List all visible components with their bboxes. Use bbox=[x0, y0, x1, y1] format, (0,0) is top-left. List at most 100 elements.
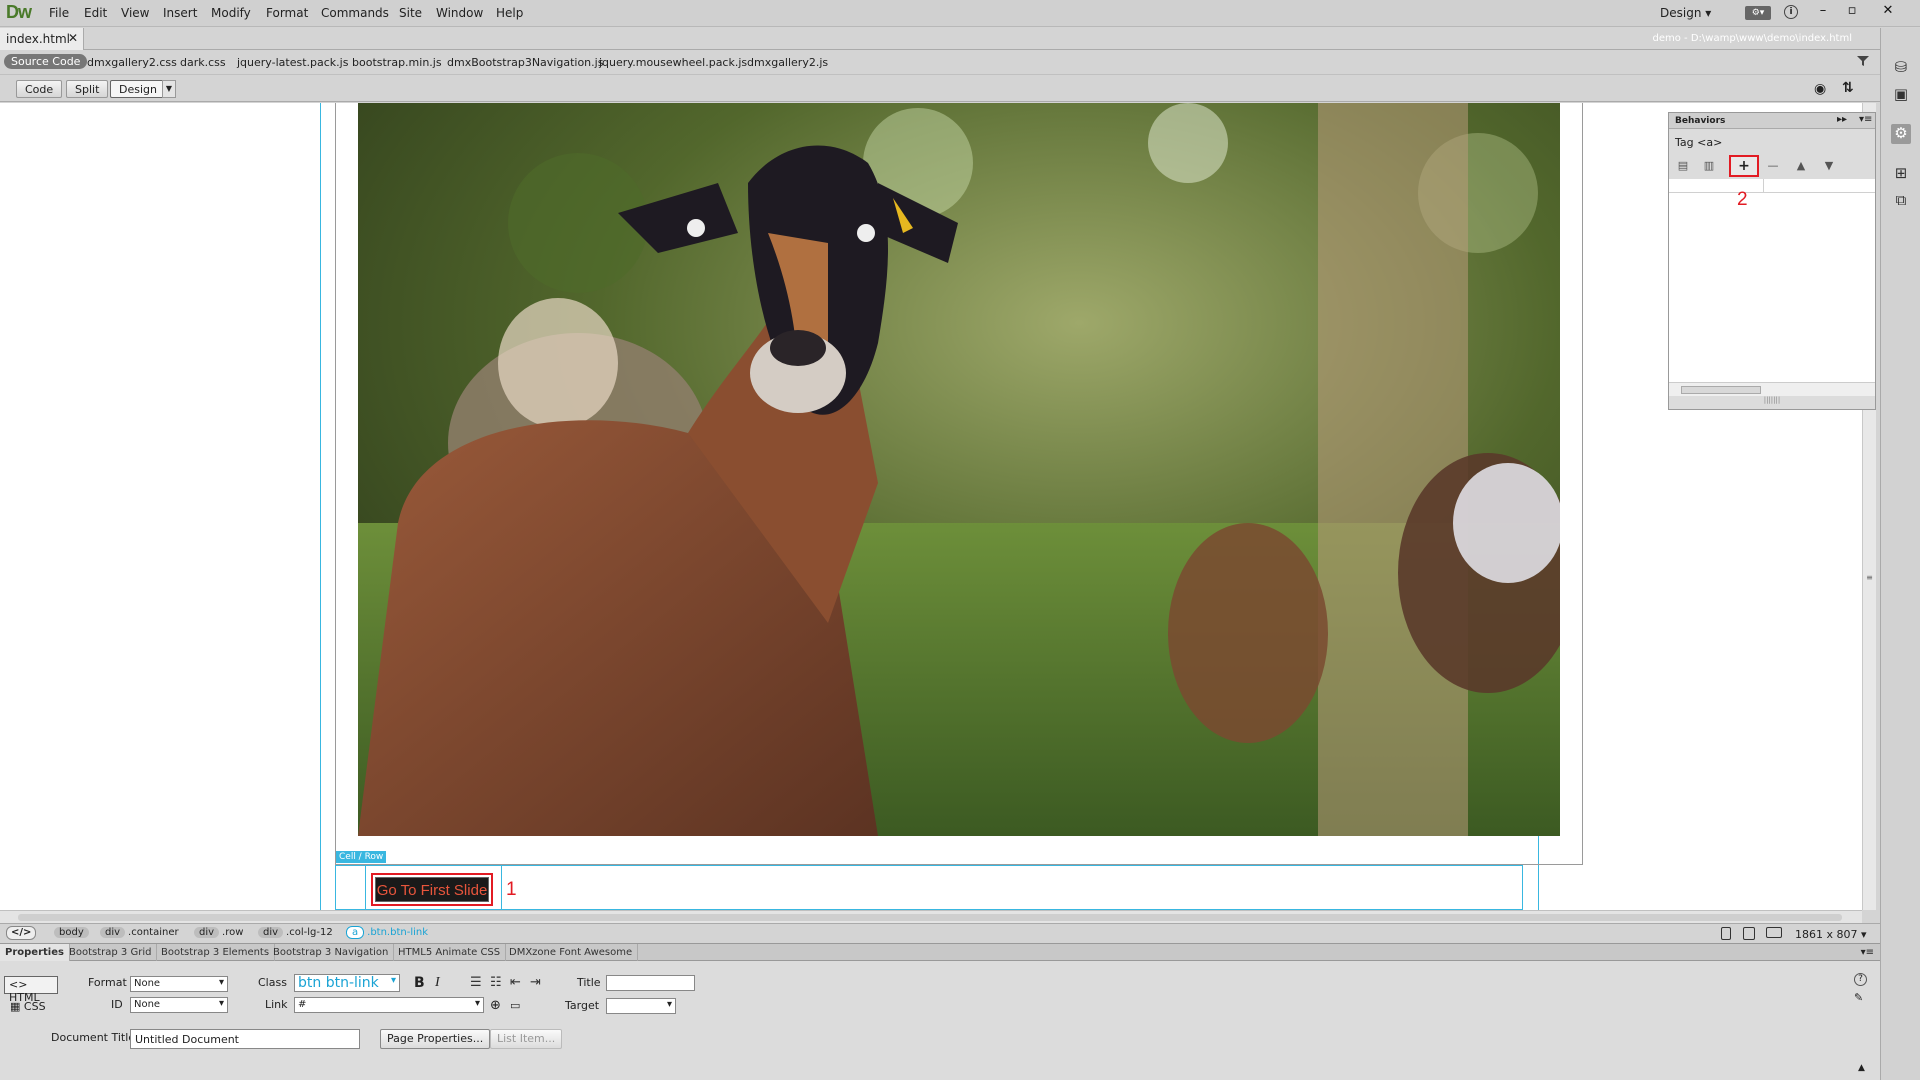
snippets-icon[interactable]: ⧉ bbox=[1891, 191, 1911, 211]
unordered-list-icon[interactable]: ☰ bbox=[470, 975, 482, 990]
menu-format[interactable]: Format bbox=[266, 6, 308, 20]
menu-window[interactable]: Window bbox=[436, 6, 483, 20]
tag-a-selected[interactable]: a .btn.btn-link bbox=[346, 926, 428, 941]
split-view-button[interactable]: Split bbox=[66, 80, 109, 98]
class-select[interactable]: btn btn-link bbox=[294, 974, 400, 992]
maximize-button[interactable]: ▫ bbox=[1842, 2, 1862, 20]
link-input[interactable]: # bbox=[294, 997, 484, 1013]
panel-menu-icon[interactable]: ▾≡ bbox=[1859, 114, 1872, 125]
tablet-size-icon[interactable] bbox=[1743, 927, 1755, 940]
outdent-icon[interactable]: ⇤ bbox=[510, 975, 521, 990]
close-icon[interactable]: ✕ bbox=[68, 31, 78, 45]
tag-div-row[interactable]: div .row bbox=[194, 927, 243, 941]
related-file[interactable]: dmxgallery2.js bbox=[747, 56, 828, 69]
list-item-button[interactable]: List Item... bbox=[490, 1029, 563, 1049]
move-up-icon[interactable]: ▲ bbox=[1791, 159, 1811, 175]
close-button[interactable]: ✕ bbox=[1878, 2, 1898, 20]
code-view-button[interactable]: Code bbox=[16, 80, 63, 98]
menu-commands[interactable]: Commands bbox=[321, 6, 389, 20]
tab-bootstrap-grid[interactable]: Bootstrap 3 Grid bbox=[64, 944, 158, 962]
menu-edit[interactable]: Edit bbox=[84, 6, 107, 20]
html-mode-button[interactable]: <> HTML bbox=[4, 976, 58, 1004]
tag-body[interactable]: body bbox=[54, 927, 92, 941]
mobile-size-icon[interactable] bbox=[1721, 927, 1731, 940]
layout-guide-line bbox=[320, 103, 321, 910]
css-mode-button[interactable]: ▦ CSS bbox=[10, 1000, 46, 1013]
behaviors-list-row[interactable] bbox=[1669, 192, 1875, 193]
panel-menu-icon[interactable]: ▾≡ bbox=[1861, 947, 1874, 958]
tab-bootstrap-elements[interactable]: Bootstrap 3 Elements bbox=[156, 944, 276, 962]
related-file[interactable]: dmxBootstrap3Navigation.js bbox=[447, 56, 603, 69]
scroll-thumb[interactable]: ≡ bbox=[1865, 573, 1874, 593]
scroll-thumb[interactable] bbox=[18, 914, 1842, 921]
format-select[interactable]: None bbox=[130, 976, 228, 992]
remove-behavior-icon[interactable]: — bbox=[1763, 159, 1783, 175]
related-file[interactable]: jquery.mousewheel.pack.js bbox=[599, 56, 747, 69]
workspace-switcher[interactable]: Design ▾ bbox=[1660, 6, 1711, 20]
menu-insert[interactable]: Insert bbox=[163, 6, 197, 20]
preview-in-browser-icon[interactable]: ◉ bbox=[1814, 81, 1826, 97]
menu-modify[interactable]: Modify bbox=[211, 6, 251, 20]
tab-bootstrap-navigation[interactable]: Bootstrap 3 Navigation bbox=[268, 944, 395, 962]
window-size-display[interactable]: 1861 x 807 ▾ bbox=[1795, 928, 1867, 941]
document-tab[interactable]: index.html ✕ bbox=[0, 28, 84, 50]
tab-properties[interactable]: Properties bbox=[0, 944, 70, 962]
menu-view[interactable]: View bbox=[121, 6, 149, 20]
menu-file[interactable]: File bbox=[49, 6, 69, 20]
target-select[interactable] bbox=[606, 998, 676, 1014]
tab-font-awesome[interactable]: DMXzone Font Awesome bbox=[504, 944, 639, 962]
browse-folder-icon[interactable]: ▭ bbox=[510, 999, 520, 1012]
behaviors-scrollbar[interactable] bbox=[1669, 382, 1875, 396]
database-icon[interactable]: ⛁ bbox=[1891, 58, 1911, 78]
scroll-thumb[interactable] bbox=[1681, 386, 1761, 394]
italic-button[interactable]: I bbox=[435, 975, 440, 991]
add-behavior-button[interactable]: + bbox=[1729, 155, 1759, 177]
desktop-size-icon[interactable] bbox=[1766, 927, 1782, 938]
go-to-first-slide-button[interactable]: Go To First Slide bbox=[371, 873, 493, 906]
gallery-image-goats[interactable] bbox=[358, 103, 1560, 836]
related-file[interactable]: dark.css bbox=[180, 56, 226, 69]
document-tab-bar: index.html ✕ demo - D:\wamp\www\demo\ind… bbox=[0, 28, 1880, 50]
show-all-events-icon[interactable]: ▥ bbox=[1699, 159, 1719, 175]
bold-button[interactable]: B bbox=[414, 975, 425, 991]
minimize-button[interactable]: – bbox=[1813, 2, 1833, 20]
tag-div-col[interactable]: div .col-lg-12 bbox=[258, 927, 333, 941]
dom-panel-icon[interactable]: ⊞ bbox=[1891, 164, 1911, 184]
format-label: Format bbox=[88, 976, 127, 989]
page-properties-button[interactable]: Page Properties... bbox=[380, 1029, 491, 1049]
resize-grip[interactable]: ||||||| bbox=[1669, 396, 1875, 409]
design-canvas[interactable]: Cell / Row Go To First Slide 1 bbox=[0, 103, 1862, 910]
ordered-list-icon[interactable]: ☷ bbox=[490, 975, 502, 990]
horizontal-scrollbar[interactable] bbox=[0, 910, 1862, 923]
menu-help[interactable]: Help bbox=[496, 6, 523, 20]
info-icon[interactable]: i bbox=[1784, 5, 1798, 19]
move-down-icon[interactable]: ▼ bbox=[1819, 159, 1839, 175]
related-file[interactable]: dmxgallery2.css bbox=[87, 56, 177, 69]
filter-icon[interactable] bbox=[1856, 54, 1870, 68]
tag-div-container[interactable]: div .container bbox=[100, 927, 179, 941]
document-title-input[interactable]: Untitled Document bbox=[130, 1029, 360, 1049]
view-options-dropdown[interactable]: ▼ bbox=[162, 80, 176, 98]
indent-icon[interactable]: ⇥ bbox=[530, 975, 541, 990]
related-file[interactable]: bootstrap.min.js bbox=[352, 56, 442, 69]
code-navigator-icon[interactable]: </> bbox=[6, 926, 37, 940]
related-file[interactable]: jquery-latest.pack.js bbox=[237, 56, 348, 69]
assets-icon[interactable]: ▣ bbox=[1891, 85, 1911, 105]
design-view-button[interactable]: Design bbox=[110, 80, 166, 98]
behaviors-panel-icon[interactable]: ⚙ bbox=[1891, 124, 1911, 144]
menu-site[interactable]: Site bbox=[399, 6, 422, 20]
document-toolbar: Code Split Design ▼ ◉ ⇅ bbox=[0, 74, 1880, 102]
tab-html5-animate-css[interactable]: HTML5 Animate CSS bbox=[393, 944, 507, 962]
title-input[interactable] bbox=[606, 975, 695, 991]
show-set-events-icon[interactable]: ▤ bbox=[1673, 159, 1693, 175]
point-to-file-icon[interactable]: ⊕ bbox=[490, 998, 501, 1013]
related-file-source-code[interactable]: Source Code bbox=[4, 54, 88, 69]
file-transfer-icon[interactable]: ⇅ bbox=[1842, 80, 1854, 96]
annotation-number: 1 bbox=[506, 879, 517, 900]
sync-settings-icon[interactable]: ⚙▾ bbox=[1745, 6, 1771, 20]
id-select[interactable]: None bbox=[130, 997, 228, 1013]
edit-rule-icon[interactable]: ✎ bbox=[1854, 991, 1863, 1004]
collapse-panel-icon[interactable]: ▲ bbox=[1858, 1063, 1865, 1073]
collapse-panel-icon[interactable]: ▸▸ bbox=[1837, 114, 1847, 125]
help-icon[interactable]: ? bbox=[1854, 973, 1867, 986]
